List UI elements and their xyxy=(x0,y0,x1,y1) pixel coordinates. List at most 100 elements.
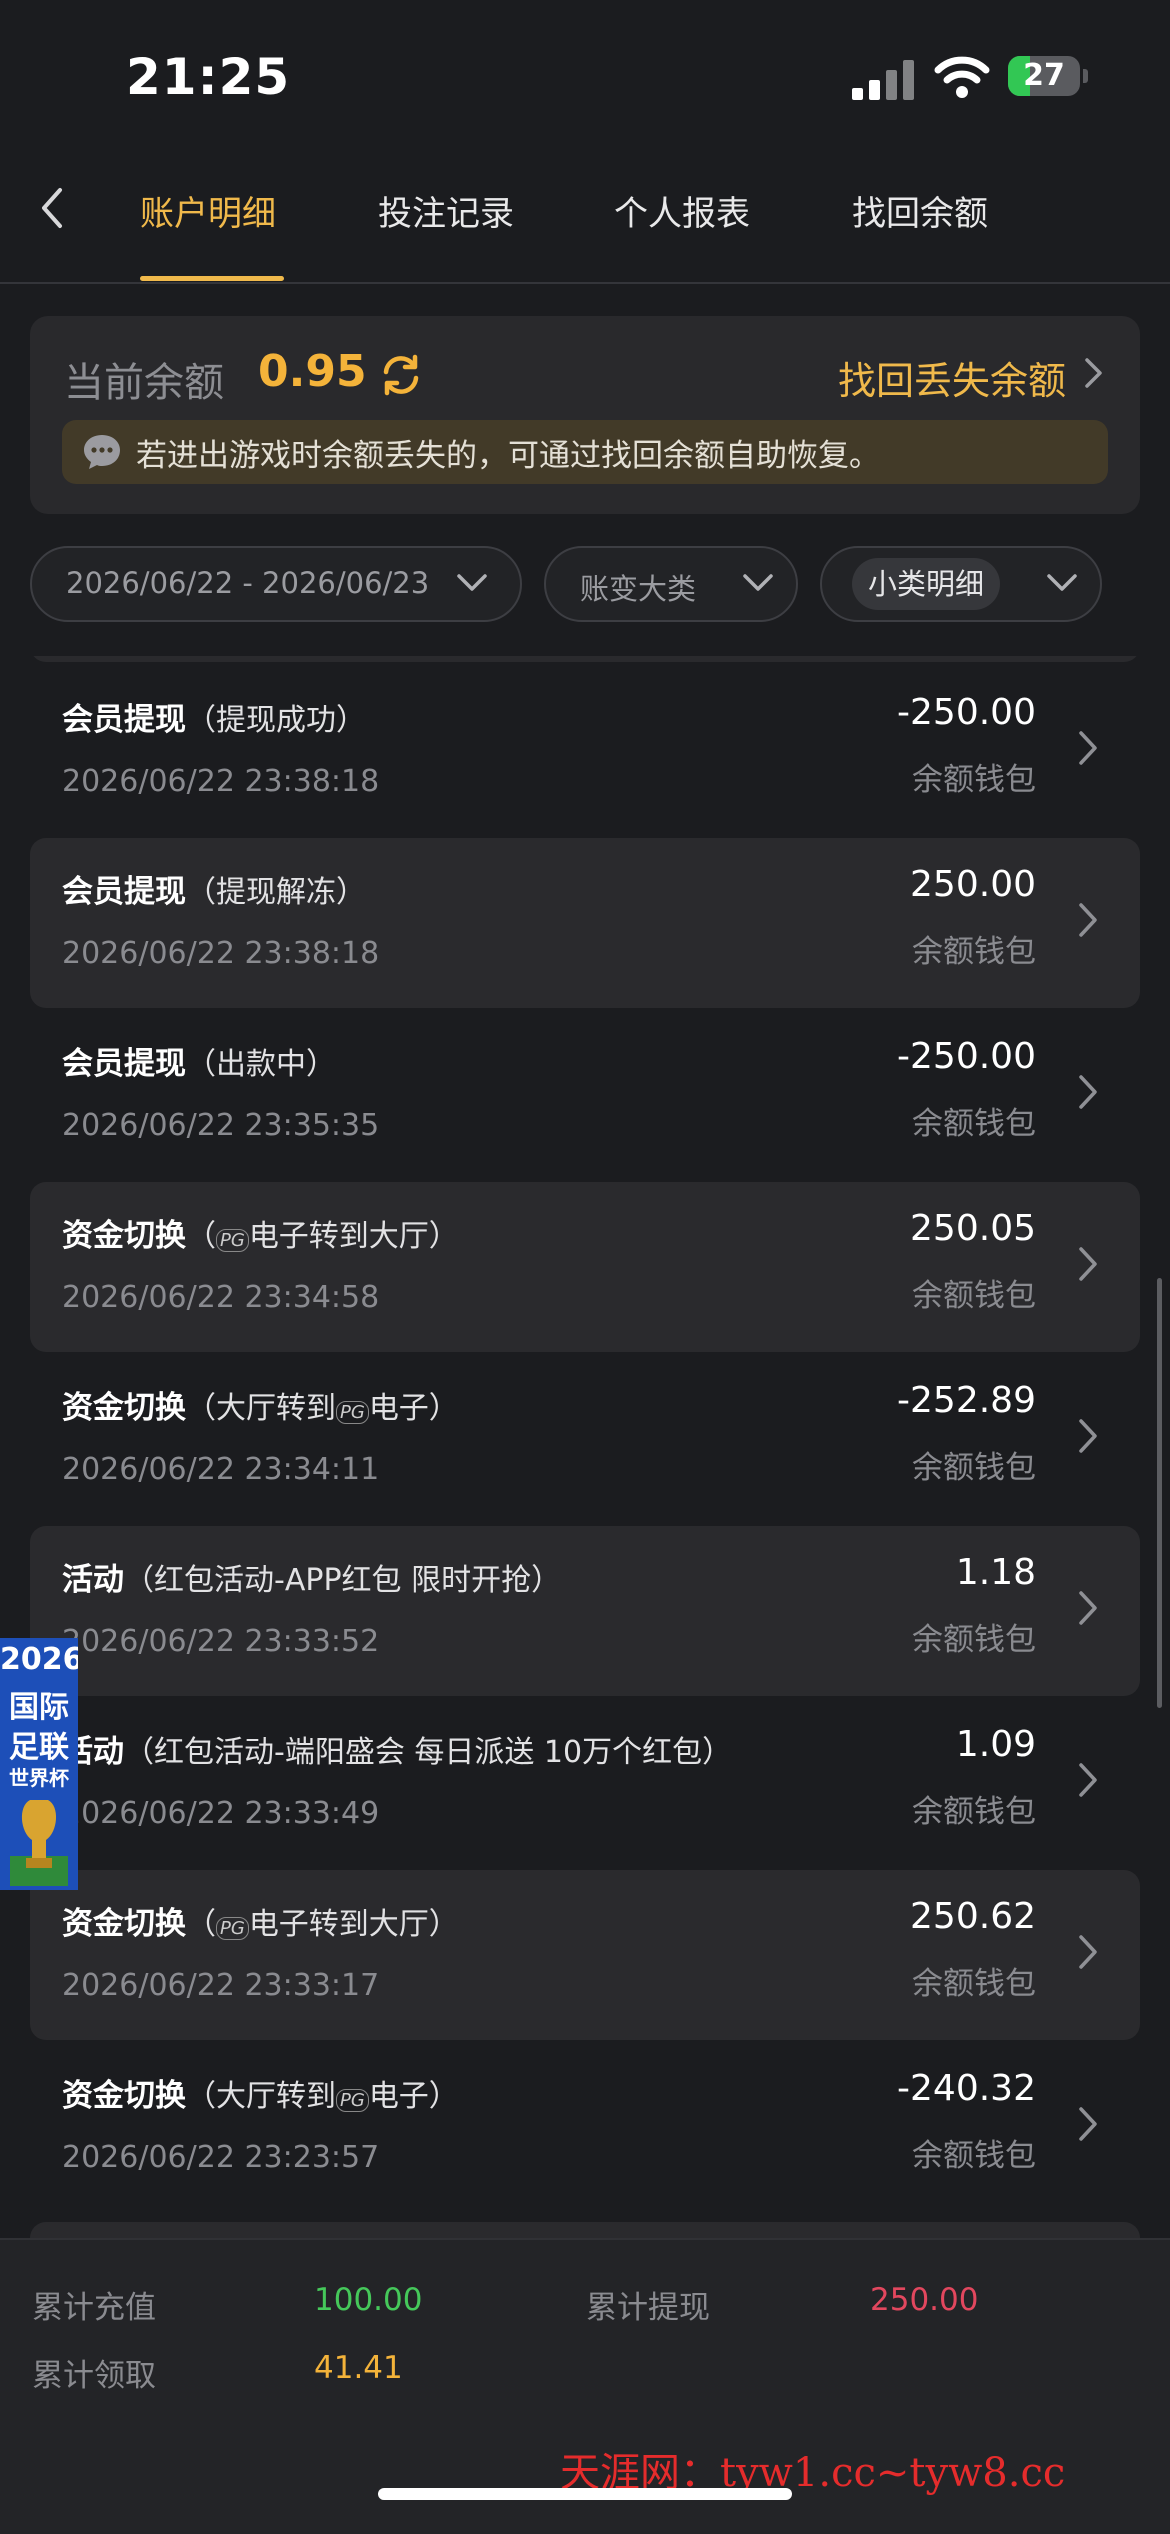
transaction-date: 2026/06/22 23:38:18 xyxy=(62,936,380,971)
pg-logo-icon: PG xyxy=(216,1229,249,1252)
list-item-partial xyxy=(30,2222,1140,2238)
transaction-detail: （提现成功） xyxy=(186,703,366,738)
chevron-right-icon[interactable] xyxy=(1082,356,1104,390)
transaction-title: 资金切换 xyxy=(62,1390,186,1426)
back-chevron-icon[interactable] xyxy=(32,178,72,238)
transaction-wallet: 余额钱包 xyxy=(912,934,1036,970)
category-filter[interactable]: 账变大类 xyxy=(544,546,798,622)
date-range-filter[interactable]: 2026/06/22 - 2026/06/23 xyxy=(30,546,522,622)
total-withdraw-value: 250.00 xyxy=(870,2282,979,2318)
total-claim-value: 41.41 xyxy=(314,2350,403,2386)
transaction-row[interactable]: 资金切换（ PG 电子转到大厅） 2026/06/22 23:33:17 250.6… xyxy=(30,1870,1140,2040)
transaction-row[interactable]: 资金切换（ PG 电子转到大厅） 2026/06/22 23:34:58 250.0… xyxy=(30,1182,1140,1352)
pg-logo-icon: PG xyxy=(216,1917,249,1940)
transaction-wallet: 余额钱包 xyxy=(912,1278,1036,1314)
recover-lost-balance-link[interactable]: 找回丢失余额 xyxy=(838,350,1066,405)
promo-line-1: 2026 xyxy=(0,1642,78,1677)
notice-text: 若进出游戏时余额丢失的，可通过找回余额自助恢复。 xyxy=(136,438,880,474)
total-recharge-label: 累计充值 xyxy=(32,2290,156,2326)
transaction-row[interactable]: 会员提现（提现解冻） 2026/06/22 23:38:18 250.00 余额… xyxy=(30,838,1140,1008)
transaction-detail: （大厅转到 xyxy=(186,2079,336,2114)
balance-label: 当前余额 xyxy=(64,360,224,406)
tab-account-details[interactable]: 账户明细 xyxy=(140,186,276,235)
transaction-amount: 1.09 xyxy=(955,1724,1036,1765)
promo-line-3: 足联 xyxy=(9,1730,69,1765)
tab-bet-records[interactable]: 投注记录 xyxy=(378,186,514,235)
chevron-down-icon xyxy=(457,574,487,591)
active-tab-indicator xyxy=(140,276,284,281)
transaction-date: 2026/06/22 23:34:58 xyxy=(62,1280,380,1315)
pg-logo-icon: PG xyxy=(336,2089,369,2112)
battery-icon: 27 xyxy=(1008,56,1080,96)
transaction-row[interactable]: 资金切换（大厅转到 PG 电子） 2026/06/22 23:34:11 -252.… xyxy=(30,1354,1140,1524)
transaction-date: 2026/06/22 23:38:18 xyxy=(62,764,380,799)
wifi-icon xyxy=(934,56,990,98)
transaction-title: 资金切换 xyxy=(62,2078,186,2114)
transaction-detail: （ xyxy=(186,1907,216,1942)
transaction-amount: 250.62 xyxy=(910,1896,1036,1937)
balance-value: 0.95 xyxy=(258,346,367,397)
tab-recover-balance[interactable]: 找回余额 xyxy=(852,186,988,235)
transaction-amount: -240.32 xyxy=(897,2068,1036,2109)
transaction-detail-suffix: 电子转到大厅） xyxy=(248,1219,459,1254)
transaction-detail: （出款中） xyxy=(186,1047,336,1082)
scrollbar[interactable] xyxy=(1157,1278,1162,1708)
transaction-amount: 250.05 xyxy=(910,1208,1036,1249)
transaction-row[interactable]: 会员提现（提现成功） 2026/06/22 23:38:18 -250.00 余… xyxy=(30,666,1140,836)
cellular-signal-icon xyxy=(852,58,916,100)
subcategory-chip: 小类明细 xyxy=(852,558,1001,610)
promo-line-2: 国际 xyxy=(9,1690,69,1725)
chevron-right-icon xyxy=(1079,2107,1097,2141)
transaction-amount: -250.00 xyxy=(897,1036,1036,1077)
transaction-detail-suffix: 电子） xyxy=(368,2079,459,2114)
transaction-wallet: 余额钱包 xyxy=(912,1450,1036,1486)
transaction-date: 2026/06/22 23:33:17 xyxy=(62,1968,380,2003)
world-cup-promo-banner[interactable]: 2026 国际 足联 世界杯 xyxy=(0,1638,78,1890)
chevron-right-icon xyxy=(1079,1419,1097,1453)
transaction-detail: （红包活动-端阳盛会 每日派送 10万个红包） xyxy=(124,1735,733,1770)
pg-logo-icon: PG xyxy=(336,1401,369,1424)
status-bar: 21:25 27 xyxy=(0,0,1170,150)
transaction-wallet: 余额钱包 xyxy=(912,1622,1036,1658)
notice-banner: 若进出游戏时余额丢失的，可通过找回余额自助恢复。 xyxy=(62,420,1108,484)
list-item-partial xyxy=(30,656,1140,662)
chevron-right-icon xyxy=(1079,1075,1097,1109)
transaction-row[interactable]: 会员提现（出款中） 2026/06/22 23:35:35 -250.00 余额… xyxy=(30,1010,1140,1180)
total-claim-label: 累计领取 xyxy=(32,2358,156,2394)
refresh-icon[interactable] xyxy=(378,352,424,398)
transaction-row[interactable]: 活动（红包活动-端阳盛会 每日派送 10万个红包） 2026/06/22 23:… xyxy=(30,1698,1140,1868)
transaction-detail: （ xyxy=(186,1219,216,1254)
transaction-title: 活动 xyxy=(62,1562,124,1598)
transaction-detail-suffix: 电子） xyxy=(368,1391,459,1426)
transaction-detail-suffix: 电子转到大厅） xyxy=(248,1907,459,1942)
transaction-amount: 1.18 xyxy=(955,1552,1036,1593)
battery-level: 27 xyxy=(1023,58,1065,93)
total-withdraw-label: 累计提现 xyxy=(586,2290,710,2326)
chevron-down-icon xyxy=(743,574,773,591)
balance-card: 当前余额 0.95 找回丢失余额 若进出游戏时余额丢失的，可通过找回余额自助恢复… xyxy=(30,316,1140,514)
transaction-detail: （红包活动-APP红包 限时开抢） xyxy=(124,1563,562,1598)
trophy-icon xyxy=(10,1800,68,1886)
subcategory-filter[interactable]: 小类明细 xyxy=(820,546,1102,622)
transaction-date: 2026/06/22 23:34:11 xyxy=(62,1452,380,1487)
transaction-date: 2026/06/22 23:33:52 xyxy=(62,1624,380,1659)
chevron-right-icon xyxy=(1079,731,1097,765)
transaction-title: 会员提现 xyxy=(62,874,186,910)
transaction-amount: -252.89 xyxy=(897,1380,1036,1421)
transaction-detail: （提现解冻） xyxy=(186,875,366,910)
home-indicator[interactable] xyxy=(378,2488,792,2500)
promo-line-4: 世界杯 xyxy=(9,1766,69,1790)
transaction-list: 会员提现 （提现成功） 2026/06/22 23:38:18 -250.00 余… xyxy=(0,656,1170,2238)
transaction-row[interactable]: 活动（红包活动-APP红包 限时开抢） 2026/06/22 23:33:52 … xyxy=(30,1526,1140,1696)
transaction-date: 2026/06/22 23:23:57 xyxy=(62,2140,380,2175)
transaction-title: 会员提现 xyxy=(62,1046,186,1082)
date-range-text: 2026/06/22 - 2026/06/23 xyxy=(66,566,430,600)
transaction-row[interactable]: 资金切换（大厅转到 PG 电子） 2026/06/22 23:23:57 -240.… xyxy=(30,2042,1140,2212)
transaction-title: 资金切换 xyxy=(62,1218,186,1254)
chat-bubble-icon xyxy=(84,435,120,469)
status-time: 21:25 xyxy=(126,48,291,106)
transaction-wallet: 余额钱包 xyxy=(912,762,1036,798)
chevron-right-icon xyxy=(1079,1247,1097,1281)
transaction-wallet: 余额钱包 xyxy=(912,2138,1036,2174)
tab-personal-report[interactable]: 个人报表 xyxy=(614,186,750,235)
